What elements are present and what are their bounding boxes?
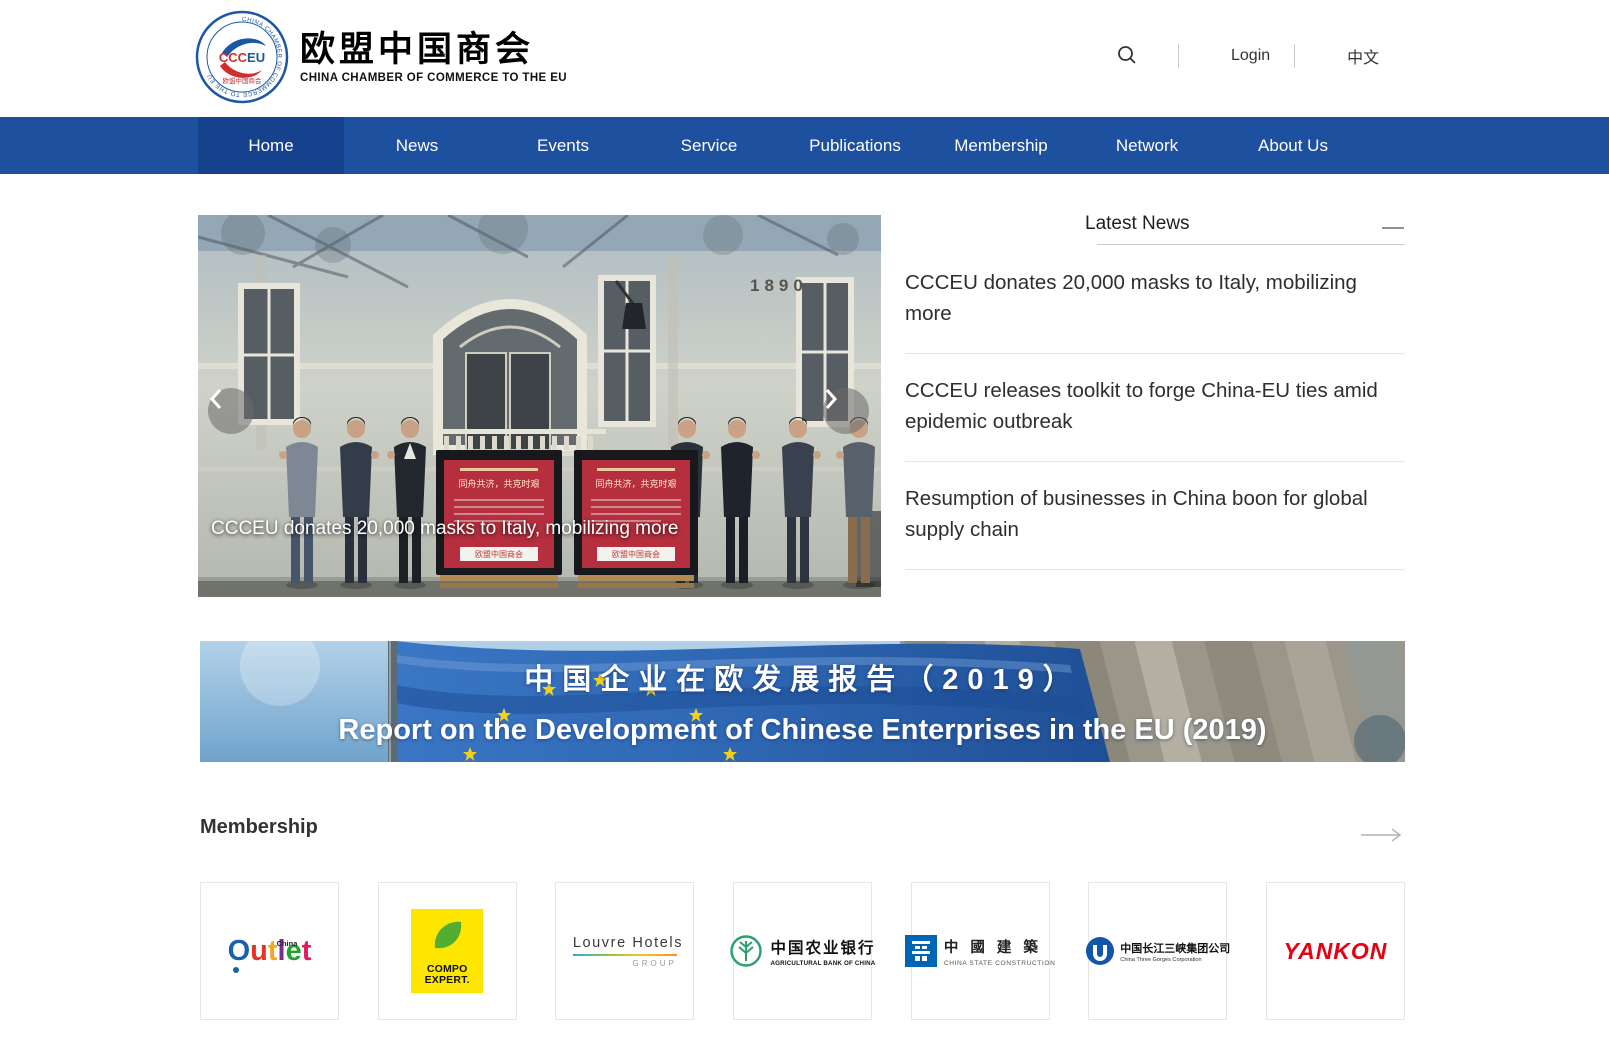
hero-carousel-slide[interactable]: 1890: [198, 215, 881, 597]
member-card-compo-expert[interactable]: COMPO EXPERT.: [378, 882, 517, 1020]
svg-text:欧盟中国商会: 欧盟中国商会: [612, 549, 660, 559]
member-card-china-three-gorges[interactable]: 中国长江三峡集团公司 China Three Gorges Corporatio…: [1088, 882, 1227, 1020]
report-title-chinese: 中国企业在欧发展报告（2019）: [200, 656, 1405, 698]
latest-news-list: CCCEU donates 20,000 masks to Italy, mob…: [905, 246, 1405, 570]
login-link[interactable]: Login: [1231, 47, 1270, 65]
carousel-prev-button[interactable]: [208, 388, 254, 434]
ctg-logo: 中国长江三峡集团公司 China Three Gorges Corporatio…: [1085, 936, 1230, 966]
louvre-gradient-rule: [573, 954, 677, 956]
membership-more-arrow-icon[interactable]: [1361, 828, 1403, 842]
org-names: 欧盟中国商会 CHINA CHAMBER OF COMMERCE TO THE …: [300, 31, 567, 84]
search-button[interactable]: [1112, 40, 1142, 73]
news-item[interactable]: CCCEU releases toolkit to forge China-EU…: [905, 354, 1405, 462]
svg-text:同舟共济，共克时艰: 同舟共济，共克时艰: [595, 478, 676, 489]
nav-item-home[interactable]: Home: [198, 117, 344, 174]
site-logo[interactable]: CHINA CHAMBER OF COMMERCE TO THE EU CCCE…: [194, 8, 567, 106]
svg-text:欧盟中国商会: 欧盟中国商会: [475, 549, 523, 559]
svg-text:1890: 1890: [750, 276, 808, 295]
report-title-english: Report on the Development of Chinese Ent…: [200, 714, 1405, 747]
search-icon: [1116, 44, 1138, 66]
csc-seal-icon: [905, 935, 937, 967]
org-name-english: CHINA CHAMBER OF COMMERCE TO THE EU: [300, 72, 567, 84]
nav-item-service[interactable]: Service: [636, 117, 782, 174]
membership-logo-row: Outlet China COMPO EXPERT. Louvre Hotels: [200, 882, 1405, 1020]
member-card-louvre-hotels[interactable]: Louvre Hotels GROUP: [555, 882, 694, 1020]
carousel-next-button[interactable]: [823, 388, 869, 434]
outlet-logo: Outlet China: [228, 937, 312, 966]
membership-section-header: Membership: [200, 816, 1405, 852]
svg-text:同舟共济，共克时艰: 同舟共济，共克时艰: [458, 478, 539, 489]
header-utility-bar: Login 中文: [1112, 0, 1379, 112]
nav-item-about-us[interactable]: About Us: [1220, 117, 1366, 174]
main-nav: Home News Events Service Publications Me…: [0, 117, 1609, 174]
compo-leaf-icon: [429, 918, 465, 960]
abc-logo: 中国农业银行 AGRICULTURAL BANK OF CHINA: [729, 934, 875, 968]
nav-item-events[interactable]: Events: [490, 117, 636, 174]
latest-news-header: Latest News: [905, 211, 1405, 246]
member-card-yankon[interactable]: YANKON: [1266, 882, 1405, 1020]
latest-news-panel: Latest News CCCEU donates 20,000 masks t…: [905, 211, 1405, 570]
nav-item-publications[interactable]: Publications: [782, 117, 928, 174]
nav-item-membership[interactable]: Membership: [928, 117, 1074, 174]
language-switch-link[interactable]: 中文: [1347, 44, 1379, 68]
report-banner[interactable]: 中国企业在欧发展报告（2019） Report on the Developme…: [200, 641, 1405, 762]
member-card-agricultural-bank-of-china[interactable]: 中国农业银行 AGRICULTURAL BANK OF CHINA: [733, 882, 872, 1020]
svg-text:欧盟中国商会: 欧盟中国商会: [223, 76, 263, 85]
compo-expert-logo: COMPO EXPERT.: [411, 909, 483, 993]
csc-logo: 中 國 建 築 CHINA STATE CONSTRUCTION: [905, 935, 1056, 967]
yankon-logo: YANKON: [1283, 938, 1387, 965]
nav-item-news[interactable]: News: [344, 117, 490, 174]
news-item[interactable]: CCCEU donates 20,000 masks to Italy, mob…: [905, 246, 1405, 354]
nav-item-network[interactable]: Network: [1074, 117, 1220, 174]
chevron-left-icon: [208, 388, 224, 410]
ctg-dam-icon: [1085, 936, 1115, 966]
member-card-outlet-china[interactable]: Outlet China: [200, 882, 339, 1020]
latest-news-more-dash[interactable]: [1382, 227, 1404, 229]
outlet-dot: [233, 967, 239, 973]
abc-wheat-icon: [729, 934, 763, 968]
membership-title: Membership: [200, 816, 1405, 839]
news-item[interactable]: Resumption of businesses in China boon f…: [905, 462, 1405, 570]
chevron-right-icon: [823, 388, 839, 410]
ccceu-logo-icon: CHINA CHAMBER OF COMMERCE TO THE EU CCCE…: [194, 9, 290, 105]
latest-news-title: Latest News: [1085, 213, 1190, 235]
header-divider: [1178, 44, 1179, 68]
org-name-chinese: 欧盟中国商会: [300, 31, 567, 69]
carousel-caption: CCCEU donates 20,000 masks to Italy, mob…: [211, 518, 678, 540]
outlet-china-superscript: China: [277, 929, 298, 958]
site-header: CHINA CHAMBER OF COMMERCE TO THE EU CCCE…: [0, 0, 1609, 117]
ccceu-homepage: CHINA CHAMBER OF COMMERCE TO THE EU CCCE…: [0, 0, 1609, 1060]
latest-news-rule: [1097, 244, 1405, 245]
header-divider: [1294, 44, 1295, 68]
svg-text:CCCEU: CCCEU: [219, 50, 265, 65]
louvre-hotels-logo: Louvre Hotels GROUP: [573, 935, 677, 968]
member-card-china-state-construction[interactable]: 中 國 建 築 CHINA STATE CONSTRUCTION: [911, 882, 1050, 1020]
